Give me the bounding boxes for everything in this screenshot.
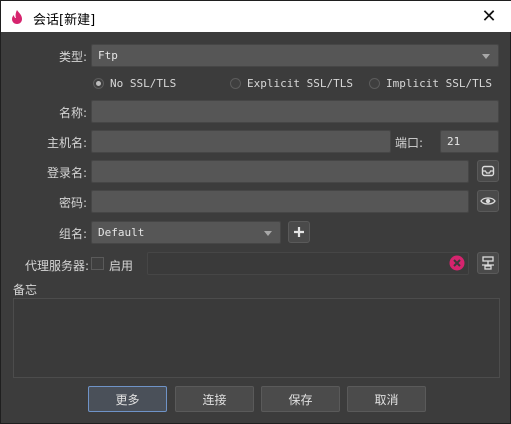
login-label: 登录名: xyxy=(46,166,87,180)
password-label: 密码: xyxy=(58,196,87,210)
name-input[interactable] xyxy=(91,100,499,123)
radio-dot-implicit-ssl xyxy=(369,78,380,89)
app-logo-icon xyxy=(12,10,22,24)
key-pair-icon xyxy=(481,165,495,177)
chevron-down-icon xyxy=(482,54,490,59)
add-group-button[interactable] xyxy=(288,221,310,243)
port-input[interactable]: 21 xyxy=(440,130,499,153)
radio-no-ssl-label: No SSL/TLS xyxy=(110,77,177,90)
proxy-settings-icon xyxy=(482,256,494,270)
more-button[interactable]: 更多 xyxy=(88,386,167,412)
connect-button[interactable]: 连接 xyxy=(175,386,254,412)
window-title: 会话[新建] xyxy=(33,13,96,28)
host-input[interactable] xyxy=(91,130,391,153)
group-select[interactable]: Default xyxy=(91,221,281,244)
name-label: 名称: xyxy=(58,106,87,120)
proxy-input[interactable] xyxy=(147,252,469,275)
save-button[interactable]: 保存 xyxy=(261,386,340,412)
close-icon[interactable]: ✕ xyxy=(466,1,511,32)
clear-icon[interactable] xyxy=(449,255,465,271)
key-pair-button[interactable] xyxy=(477,160,499,182)
memo-label: 备忘 xyxy=(13,283,38,297)
radio-explicit-ssl-label: Explicit SSL/TLS xyxy=(247,77,353,90)
session-dialog: 会话[新建] ✕ 类型: Ftp No SSL/TLS Explicit SSL… xyxy=(0,0,511,424)
radio-explicit-ssl[interactable]: Explicit SSL/TLS xyxy=(230,77,353,90)
port-label: 端口: xyxy=(395,136,424,150)
host-label: 主机名: xyxy=(46,136,87,150)
login-input[interactable] xyxy=(91,160,469,183)
title-bar: 会话[新建] ✕ xyxy=(1,1,511,32)
memo-textarea[interactable] xyxy=(13,298,500,378)
password-input[interactable] xyxy=(91,190,469,213)
plus-icon xyxy=(294,227,304,237)
type-select[interactable]: Ftp xyxy=(91,44,499,67)
proxy-enable-label: 启用 xyxy=(109,259,134,273)
radio-dot-no-ssl xyxy=(93,78,104,89)
chevron-down-icon xyxy=(264,231,272,236)
show-password-button[interactable] xyxy=(477,190,499,212)
eye-icon xyxy=(480,197,496,205)
group-select-value: Default xyxy=(98,226,145,239)
type-select-value: Ftp xyxy=(98,49,118,62)
proxy-settings-button[interactable] xyxy=(477,252,499,274)
radio-dot-explicit-ssl xyxy=(230,78,241,89)
radio-implicit-ssl[interactable]: Implicit SSL/TLS xyxy=(369,77,492,90)
cancel-button[interactable]: 取消 xyxy=(347,386,426,412)
proxy-enable-checkbox[interactable] xyxy=(91,257,104,270)
group-label: 组名: xyxy=(58,227,87,241)
type-label: 类型: xyxy=(58,50,87,64)
radio-implicit-ssl-label: Implicit SSL/TLS xyxy=(386,77,492,90)
radio-no-ssl[interactable]: No SSL/TLS xyxy=(93,77,176,90)
proxy-label: 代理服务器: xyxy=(24,259,89,273)
